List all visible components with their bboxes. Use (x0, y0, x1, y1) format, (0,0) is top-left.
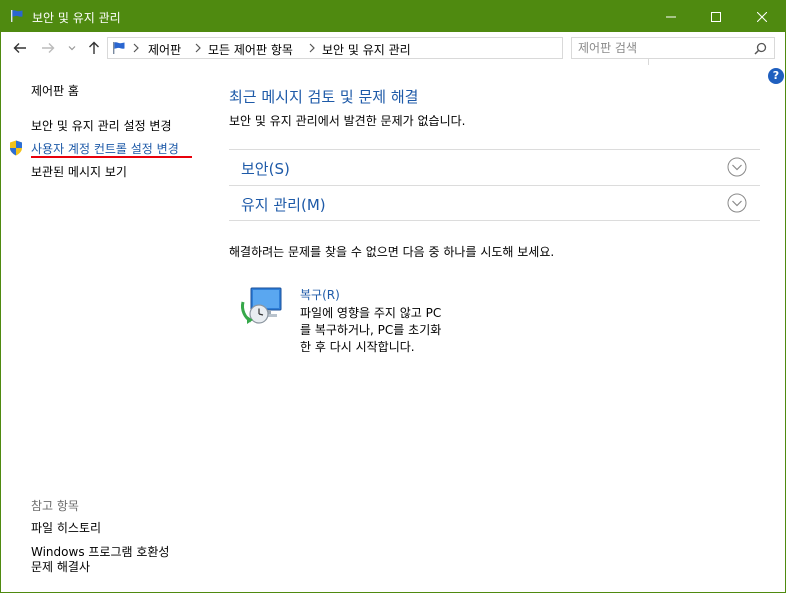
recovery-desc-line: 파일에 영향을 주지 않고 PC (300, 306, 442, 320)
sidebar-item-archived-messages[interactable]: 보관된 메시지 보기 (31, 163, 127, 180)
breadcrumb-all-items[interactable]: 모든 제어판 항목 (208, 41, 293, 58)
close-button[interactable] (739, 1, 785, 32)
forward-button[interactable] (39, 39, 57, 57)
page-title: 최근 메시지 검토 및 문제 해결 (229, 88, 419, 106)
breadcrumb-security-maintenance[interactable]: 보안 및 유지 관리 (322, 41, 411, 58)
navigation-bar: 제어판 모든 제어판 항목 보안 및 유지 관리 (1, 32, 785, 65)
section-maintenance-label: 유지 관리(M) (241, 196, 326, 214)
see-also-heading: 참고 항목 (31, 499, 79, 513)
arrow-up-icon (89, 41, 99, 54)
back-button[interactable] (11, 39, 29, 57)
left-pane: 제어판 홈 보안 및 유지 관리 설정 변경 사용자 계정 컨트롤 설정 변경 … (1, 64, 206, 592)
breadcrumb-control-panel[interactable]: 제어판 (148, 41, 181, 58)
highlight-underline (31, 156, 192, 158)
page-subtitle: 보안 및 유지 관리에서 발견한 문제가 없습니다. (229, 114, 466, 128)
recovery-description: 파일에 영향을 주지 않고 PC 를 복구하거나, PC를 초기화 한 후 다시… (300, 305, 470, 356)
up-button[interactable] (85, 39, 103, 57)
control-panel-window: 보안 및 유지 관리 제어판 모든 제어판 항목 보안 및 유지 관리 제어판 … (0, 0, 786, 593)
close-icon (757, 11, 767, 22)
sidebar-item-uac-settings[interactable]: 사용자 계정 컨트롤 설정 변경 (31, 140, 179, 157)
recent-locations-button[interactable] (65, 39, 79, 57)
maximize-icon (711, 11, 721, 22)
chevron-right-icon (133, 43, 139, 53)
title-bar[interactable]: 보안 및 유지 관리 (1, 1, 785, 32)
recovery-desc-line: 를 복구하거나, PC를 초기화 (300, 323, 442, 337)
search-box[interactable] (571, 37, 775, 59)
maximize-button[interactable] (693, 1, 739, 32)
address-bar[interactable]: 제어판 모든 제어판 항목 보안 및 유지 관리 (107, 37, 664, 65)
section-maintenance[interactable]: 유지 관리(M) (229, 185, 760, 221)
flag-icon (113, 42, 125, 54)
search-icon[interactable] (754, 42, 767, 55)
chevron-down-circle-icon[interactable] (727, 157, 747, 177)
recovery-icon[interactable] (239, 284, 285, 328)
recovery-link[interactable]: 복구(R) (300, 286, 340, 303)
chevron-right-icon (309, 43, 315, 53)
chevron-down-icon (68, 46, 76, 51)
arrow-left-icon (13, 43, 26, 53)
section-security[interactable]: 보안(S) (229, 149, 760, 185)
chevron-right-icon (195, 43, 201, 53)
help-button[interactable]: ? (768, 68, 784, 84)
section-security-label: 보안(S) (241, 160, 290, 178)
try-hint-text: 해결하려는 문제를 찾을 수 없으면 다음 중 하나를 시도해 보세요. (229, 245, 555, 259)
chevron-down-circle-icon[interactable] (727, 193, 747, 213)
search-input[interactable] (578, 40, 748, 56)
arrow-right-icon (42, 43, 55, 53)
sidebar-item-control-panel-home[interactable]: 제어판 홈 (31, 82, 79, 99)
minimize-icon (666, 16, 676, 17)
recovery-desc-line: 한 후 다시 시작합니다. (300, 340, 415, 354)
see-also-file-history[interactable]: 파일 히스토리 (31, 519, 101, 536)
window-title: 보안 및 유지 관리 (32, 11, 121, 25)
uac-shield-icon (10, 140, 22, 156)
see-also-troubleshooter[interactable]: 문제 해결사 (31, 558, 90, 575)
minimize-button[interactable] (648, 1, 694, 32)
flag-icon (11, 10, 23, 22)
sidebar-item-change-settings[interactable]: 보안 및 유지 관리 설정 변경 (31, 117, 172, 134)
